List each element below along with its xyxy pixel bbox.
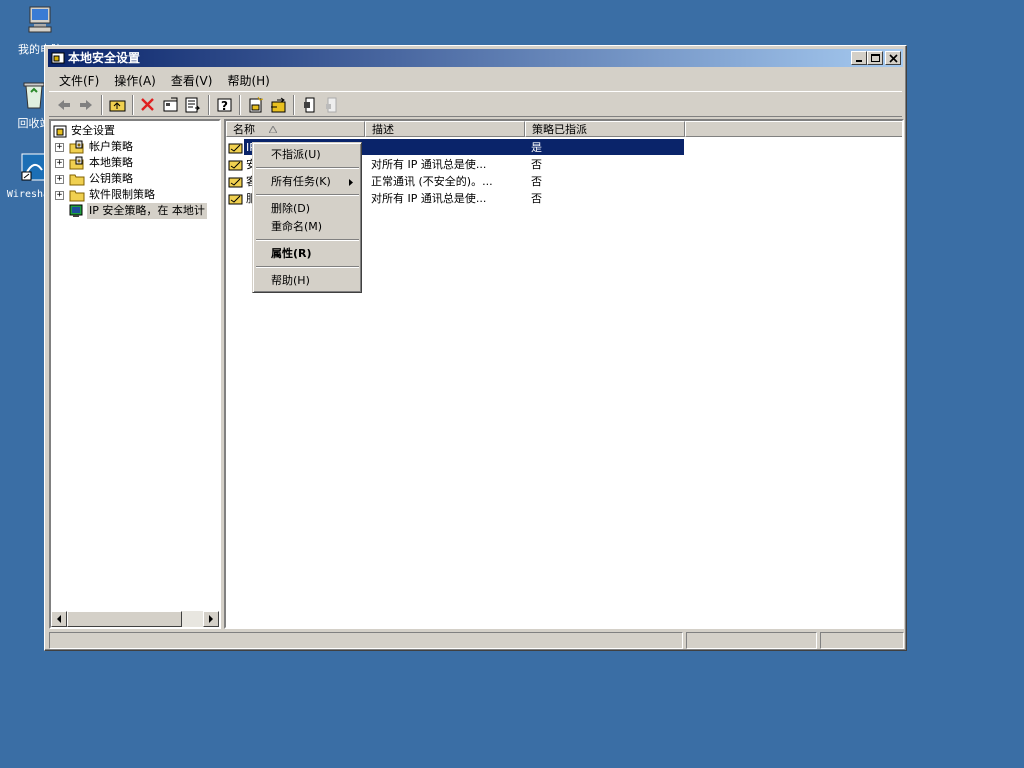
console-tree: 安全设置 + 帐户策略 + 本地策略 + 公钥策略 + 软件限制策略 IP 安全… — [51, 123, 221, 219]
status-pane-3 — [820, 632, 904, 649]
folder-icon — [69, 174, 85, 186]
policy-description: 对所有 IP 通讯总是使... — [371, 158, 487, 171]
tree-item-ip-security-policies[interactable]: IP 安全策略，在 本地计 — [51, 203, 221, 219]
folder-lock-icon — [69, 156, 84, 170]
ip-policy-icon — [228, 177, 243, 188]
security-settings-app-icon — [51, 52, 65, 64]
context-menu-properties[interactable]: 属性(R) — [256, 245, 359, 263]
sort-ascending-icon — [269, 126, 277, 133]
column-header-description[interactable]: 描述 — [365, 121, 525, 137]
close-button[interactable] — [885, 51, 901, 65]
scroll-right-arrow-icon — [209, 615, 213, 623]
tree-item-software-restriction[interactable]: + 软件限制策略 — [51, 187, 221, 203]
export-list-icon[interactable] — [183, 96, 203, 114]
tree-item-label: 帐户策略 — [89, 140, 133, 153]
help-icon[interactable]: ? — [215, 96, 235, 114]
expand-toggle[interactable]: + — [55, 191, 64, 200]
ip-policy-icon — [228, 143, 243, 154]
column-header-name[interactable]: 名称 — [226, 121, 365, 137]
toolbar: ? — [49, 91, 902, 117]
policy-assigned: 是 — [531, 141, 542, 154]
ip-policy-icon — [228, 160, 243, 171]
scroll-right-button[interactable] — [203, 611, 219, 627]
policy-assigned: 否 — [531, 158, 542, 171]
expand-toggle[interactable]: + — [55, 143, 64, 152]
tree-panel[interactable]: 安全设置 + 帐户策略 + 本地策略 + 公钥策略 + 软件限制策略 IP 安全… — [49, 119, 221, 629]
tree-item-label: 安全设置 — [71, 124, 115, 137]
menu-view[interactable]: 查看(V) — [165, 69, 222, 89]
context-menu-all-tasks[interactable]: 所有任务(K) — [256, 173, 359, 191]
delete-icon[interactable] — [138, 96, 158, 114]
window-title: 本地安全设置 — [68, 51, 141, 65]
minimize-icon — [856, 60, 862, 62]
column-assigned-label: 策略已指派 — [532, 123, 587, 136]
folder-lock-icon — [69, 140, 84, 154]
policy-assigned: 否 — [531, 192, 542, 205]
context-menu-help[interactable]: 帮助(H) — [256, 272, 359, 290]
assign-icon[interactable] — [300, 96, 320, 114]
ip-policy-icon — [228, 194, 243, 205]
tree-item-label: IP 安全策略，在 本地计 — [87, 203, 207, 219]
context-menu-all-tasks-label: 所有任务(K) — [271, 175, 331, 188]
properties-icon[interactable] — [161, 96, 181, 114]
scroll-thumb[interactable] — [67, 611, 182, 627]
my-computer-icon — [28, 6, 52, 33]
scroll-left-button[interactable] — [51, 611, 67, 627]
folder-icon — [69, 190, 85, 202]
tree-item-label: 公钥策略 — [89, 172, 133, 185]
back-icon[interactable] — [54, 96, 74, 114]
unassign-icon[interactable] — [322, 96, 342, 114]
context-menu-delete[interactable]: 删除(D) — [256, 200, 359, 218]
tree-item-local-policies[interactable]: + 本地策略 — [51, 155, 221, 171]
manage-filters-icon[interactable] — [269, 96, 289, 114]
tree-item-account-policies[interactable]: + 帐户策略 — [51, 139, 221, 155]
tree-item-security-settings[interactable]: 安全设置 — [51, 123, 221, 139]
context-menu-rename[interactable]: 重命名(M) — [256, 218, 359, 236]
title-bar[interactable]: 本地安全设置 — [48, 49, 903, 67]
minimize-button[interactable] — [851, 51, 867, 65]
policy-assigned: 否 — [531, 175, 542, 188]
ip-security-icon — [69, 204, 83, 217]
policy-description: 对所有 IP 通讯总是使... — [371, 192, 487, 205]
new-policy-icon[interactable] — [246, 96, 266, 114]
security-settings-icon — [53, 125, 67, 138]
column-header-assigned[interactable]: 策略已指派 — [525, 121, 685, 137]
up-folder-icon[interactable] — [108, 96, 128, 114]
local-security-settings-window: 本地安全设置 文件(F) 操作(A) 查看(V) 帮助(H) ? 安全设置 + … — [44, 45, 907, 651]
maximize-button[interactable] — [867, 51, 883, 65]
context-menu-unassign[interactable]: 不指派(U) — [256, 146, 359, 164]
tree-item-public-key-policies[interactable]: + 公钥策略 — [51, 171, 221, 187]
status-pane-2 — [686, 632, 817, 649]
expand-toggle[interactable]: + — [55, 175, 64, 184]
column-name-label: 名称 — [233, 123, 255, 136]
tree-item-label: 本地策略 — [89, 156, 133, 169]
column-description-label: 描述 — [372, 123, 394, 136]
menu-bar: 文件(F) 操作(A) 查看(V) 帮助(H) — [49, 69, 902, 89]
status-bar — [49, 632, 904, 649]
menu-file[interactable]: 文件(F) — [53, 69, 108, 89]
menu-help[interactable]: 帮助(H) — [221, 69, 278, 89]
policy-description: 正常通讯 (不安全的)。... — [371, 175, 493, 188]
svg-text:?: ? — [221, 99, 228, 113]
forward-icon[interactable] — [76, 96, 96, 114]
column-header-filler — [685, 121, 902, 137]
context-menu: 不指派(U) 所有任务(K) 删除(D) 重命名(M) 属性(R) 帮助(H) — [252, 142, 362, 293]
list-header: 名称 描述 策略已指派 — [226, 121, 902, 137]
tree-item-label: 软件限制策略 — [89, 188, 155, 201]
maximize-icon — [871, 54, 880, 62]
expand-toggle[interactable]: + — [55, 159, 64, 168]
close-icon — [889, 54, 898, 63]
scroll-left-arrow-icon — [57, 615, 61, 623]
menu-action[interactable]: 操作(A) — [108, 69, 165, 89]
tree-horizontal-scrollbar[interactable] — [51, 611, 219, 627]
status-pane-main — [49, 632, 683, 649]
submenu-arrow-icon — [349, 179, 353, 186]
